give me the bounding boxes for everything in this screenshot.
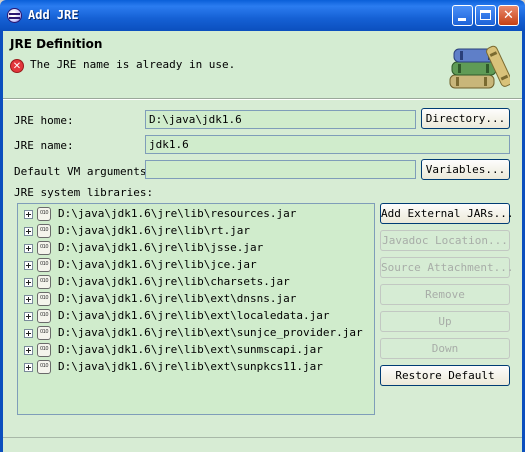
add-external-jars-button[interactable]: Add External JARs... bbox=[380, 203, 513, 224]
jar-icon bbox=[37, 241, 51, 255]
minimize-button[interactable] bbox=[452, 5, 473, 26]
library-path: D:\java\jdk1.6\jre\lib\resources.jar bbox=[58, 207, 297, 220]
library-path: D:\java\jdk1.6\jre\lib\jce.jar bbox=[58, 258, 257, 271]
eclipse-icon bbox=[7, 8, 22, 23]
expand-icon[interactable] bbox=[24, 227, 33, 236]
jar-icon bbox=[37, 326, 51, 340]
expand-icon[interactable] bbox=[24, 278, 33, 287]
jar-icon bbox=[37, 292, 51, 306]
library-path: D:\java\jdk1.6\jre\lib\jsse.jar bbox=[58, 241, 264, 254]
jre-name-label: JRE name: bbox=[14, 139, 74, 152]
library-row[interactable]: D:\java\jdk1.6\jre\lib\ext\localedata.ja… bbox=[18, 308, 374, 325]
library-row[interactable]: D:\java\jdk1.6\jre\lib\jsse.jar bbox=[18, 240, 374, 257]
remove-button[interactable]: Remove bbox=[380, 284, 510, 305]
library-row[interactable]: D:\java\jdk1.6\jre\lib\jce.jar bbox=[18, 257, 374, 274]
variables-button[interactable]: Variables... bbox=[421, 159, 510, 180]
maximize-button[interactable] bbox=[475, 5, 496, 26]
jar-icon bbox=[37, 309, 51, 323]
books-icon bbox=[449, 45, 510, 89]
title-bar[interactable]: Add JRE ✕ bbox=[0, 0, 525, 31]
library-row[interactable]: D:\java\jdk1.6\jre\lib\ext\sunjce_provid… bbox=[18, 325, 374, 342]
jre-home-label: JRE home: bbox=[14, 114, 74, 127]
library-path: D:\java\jdk1.6\jre\lib\ext\sunmscapi.jar bbox=[58, 343, 323, 356]
vm-args-label: Default VM arguments: bbox=[14, 165, 154, 178]
library-path: D:\java\jdk1.6\jre\lib\ext\sunjce_provid… bbox=[58, 326, 363, 339]
expand-icon[interactable] bbox=[24, 312, 33, 321]
minimize-icon bbox=[458, 18, 466, 21]
jar-icon bbox=[37, 360, 51, 374]
up-button[interactable]: Up bbox=[380, 311, 510, 332]
library-path: D:\java\jdk1.6\jre\lib\charsets.jar bbox=[58, 275, 290, 288]
header-separator bbox=[3, 98, 522, 100]
window-title: Add JRE bbox=[28, 8, 79, 22]
libraries-label: JRE system libraries: bbox=[14, 186, 154, 199]
library-row[interactable]: D:\java\jdk1.6\jre\lib\rt.jar bbox=[18, 223, 374, 240]
library-row[interactable]: D:\java\jdk1.6\jre\lib\resources.jar bbox=[18, 206, 374, 223]
library-path: D:\java\jdk1.6\jre\lib\ext\localedata.ja… bbox=[58, 309, 330, 322]
jar-icon bbox=[37, 343, 51, 357]
expand-icon[interactable] bbox=[24, 261, 33, 270]
down-button[interactable]: Down bbox=[380, 338, 510, 359]
jre-home-input[interactable] bbox=[145, 110, 416, 129]
jar-icon bbox=[37, 275, 51, 289]
bottom-separator bbox=[3, 437, 522, 438]
expand-icon[interactable] bbox=[24, 363, 33, 372]
library-row[interactable]: D:\java\jdk1.6\jre\lib\ext\sunpkcs11.jar bbox=[18, 359, 374, 376]
library-path: D:\java\jdk1.6\jre\lib\ext\dnsns.jar bbox=[58, 292, 297, 305]
library-path: D:\java\jdk1.6\jre\lib\rt.jar bbox=[58, 224, 251, 237]
expand-icon[interactable] bbox=[24, 295, 33, 304]
expand-icon[interactable] bbox=[24, 244, 33, 253]
maximize-icon bbox=[480, 10, 491, 20]
dialog-body: JRE Definition ✕ The JRE name is already… bbox=[0, 31, 525, 452]
library-row[interactable]: D:\java\jdk1.6\jre\lib\ext\sunmscapi.jar bbox=[18, 342, 374, 359]
jar-icon bbox=[37, 258, 51, 272]
restore-default-button[interactable]: Restore Default bbox=[380, 365, 510, 386]
source-attachment-button[interactable]: Source Attachment... bbox=[380, 257, 513, 278]
library-path: D:\java\jdk1.6\jre\lib\ext\sunpkcs11.jar bbox=[58, 360, 323, 373]
directory-button[interactable]: Directory... bbox=[421, 108, 510, 129]
library-row[interactable]: D:\java\jdk1.6\jre\lib\ext\dnsns.jar bbox=[18, 291, 374, 308]
error-icon: ✕ bbox=[10, 59, 24, 73]
expand-icon[interactable] bbox=[24, 346, 33, 355]
libraries-tree[interactable]: D:\java\jdk1.6\jre\lib\resources.jar D:\… bbox=[17, 203, 375, 415]
expand-icon[interactable] bbox=[24, 210, 33, 219]
expand-icon[interactable] bbox=[24, 329, 33, 338]
jre-name-input[interactable] bbox=[145, 135, 510, 154]
vm-args-input[interactable] bbox=[145, 160, 416, 179]
close-button[interactable]: ✕ bbox=[498, 5, 519, 26]
close-icon: ✕ bbox=[503, 8, 514, 23]
error-message: The JRE name is already in use. bbox=[30, 58, 236, 71]
dialog-header: JRE Definition ✕ The JRE name is already… bbox=[3, 31, 522, 98]
library-row[interactable]: D:\java\jdk1.6\jre\lib\charsets.jar bbox=[18, 274, 374, 291]
jar-icon bbox=[37, 207, 51, 221]
jar-icon bbox=[37, 224, 51, 238]
javadoc-location-button[interactable]: Javadoc Location... bbox=[380, 230, 510, 251]
header-title: JRE Definition bbox=[10, 37, 103, 51]
